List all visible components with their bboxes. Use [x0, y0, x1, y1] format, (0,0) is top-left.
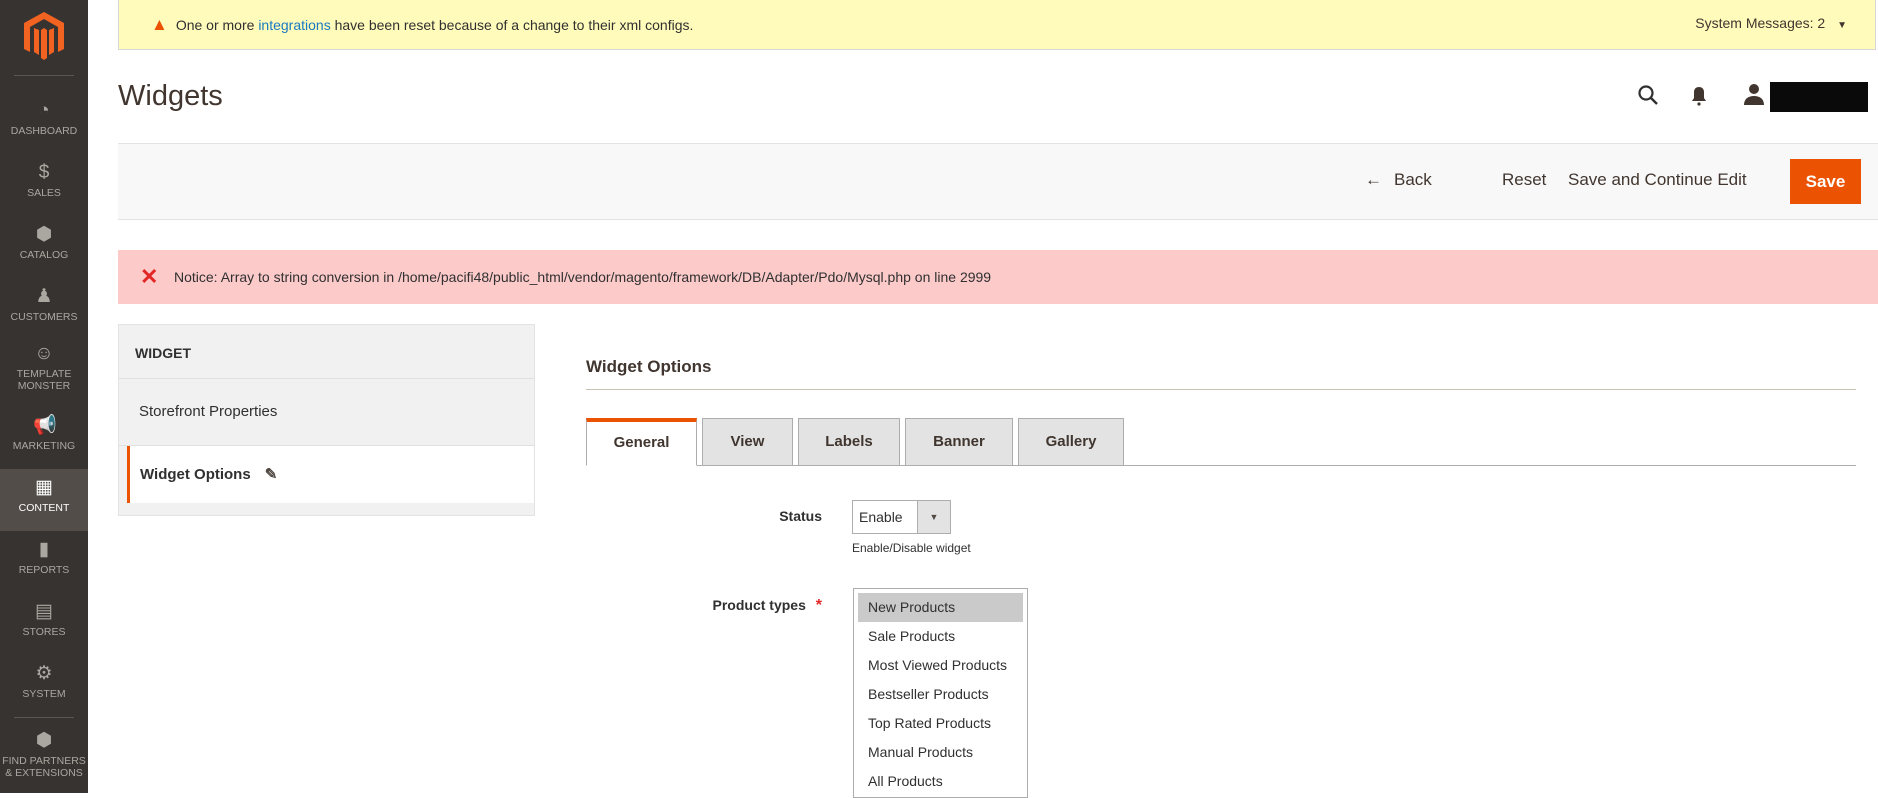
- sidebar-item-label: CATALOG: [19, 249, 69, 261]
- required-asterisk: *: [815, 597, 822, 614]
- product-types-label: Product types *: [712, 597, 822, 614]
- sidebar-item-label: CONTENT: [18, 502, 70, 514]
- monster-icon: ☺: [34, 343, 54, 364]
- system-messages-toggle[interactable]: System Messages: 2 ▼: [1695, 15, 1847, 31]
- bar-chart-icon: ▮: [38, 539, 50, 560]
- tab-general[interactable]: General: [586, 418, 697, 466]
- back-button[interactable]: ← Back: [1365, 170, 1432, 190]
- save-button[interactable]: Save: [1790, 159, 1861, 204]
- product-type-option[interactable]: New Products: [858, 593, 1023, 622]
- page-title: Widgets: [118, 80, 223, 112]
- blocks-icon: ⬢: [35, 730, 53, 751]
- sidebar-item-label: DASHBOARD: [10, 125, 78, 137]
- sidebar-item-label: TEMPLATE MONSTER: [16, 368, 72, 392]
- sidebar-item-dashboard[interactable]: ◔ DASHBOARD: [0, 92, 88, 154]
- product-type-option[interactable]: Bestseller Products: [858, 680, 1023, 709]
- warning-icon: ▲: [151, 15, 168, 34]
- message-text: have been reset because of a change to t…: [330, 17, 694, 33]
- product-type-option[interactable]: Sale Products: [858, 622, 1023, 651]
- bell-icon[interactable]: [1691, 86, 1707, 106]
- admin-sidebar: ◔ DASHBOARD $ SALES ⬢ CATALOG ♟ CUSTOMERS ☺ TEMPL…: [0, 0, 88, 793]
- sidebar-item-label: SYSTEM: [22, 688, 66, 700]
- redacted-username[interactable]: [1770, 82, 1868, 112]
- arrow-left-icon: ←: [1365, 170, 1382, 189]
- section-title: Widget Options: [586, 357, 712, 376]
- save-continue-button[interactable]: Save and Continue Edit: [1568, 170, 1747, 190]
- sidebar-item-label: SALES: [27, 187, 61, 199]
- pencil-icon: ✎: [264, 466, 278, 483]
- panel-heading: WIDGET: [119, 325, 534, 379]
- tab-labels[interactable]: Labels: [798, 418, 900, 466]
- layout-icon: ▦: [35, 477, 53, 498]
- sidebar-item-system[interactable]: ⚙ SYSTEM: [0, 655, 88, 717]
- magento-logo-icon[interactable]: [24, 12, 64, 60]
- status-label: Status: [779, 508, 822, 524]
- sidebar-item-find-partners-extensions[interactable]: ⬢ FIND PARTNERS & EXTENSIONS: [0, 722, 88, 794]
- sidebar-item-label: REPORTS: [18, 564, 70, 576]
- search-icon[interactable]: [1637, 84, 1659, 106]
- status-value: Enable: [859, 509, 903, 525]
- store-icon: ▤: [35, 601, 53, 622]
- error-notice: ✕ Notice: Array to string conversion in …: [118, 250, 1878, 304]
- integrations-link[interactable]: integrations: [258, 17, 330, 33]
- box-icon: ⬢: [35, 224, 53, 245]
- sidebar-item-sales[interactable]: $ SALES: [0, 154, 88, 216]
- status-hint: Enable/Disable widget: [852, 541, 971, 555]
- person-icon: ♟: [35, 286, 53, 307]
- product-types-multiselect[interactable]: New Products Sale Products Most Viewed Pro…: [853, 588, 1028, 798]
- error-x-icon: ✕: [140, 264, 159, 289]
- sidebar-item-customers[interactable]: ♟ CUSTOMERS: [0, 278, 88, 340]
- widget-tabs-panel: WIDGET Storefront Properties Widget Opti…: [118, 324, 535, 516]
- dollar-icon: $: [38, 162, 50, 183]
- sidebar-item-reports[interactable]: ▮ REPORTS: [0, 531, 88, 593]
- gear-icon: ⚙: [35, 663, 53, 684]
- sidebar-item-stores[interactable]: ▤ STORES: [0, 593, 88, 655]
- tab-widget-options[interactable]: Widget Options ✎: [127, 446, 534, 503]
- product-type-option[interactable]: All Products: [858, 767, 1023, 796]
- sidebar-item-template-monster[interactable]: ☺ TEMPLATE MONSTER: [0, 335, 88, 407]
- reset-button[interactable]: Reset: [1502, 170, 1546, 190]
- tab-storefront-properties[interactable]: Storefront Properties: [119, 379, 534, 446]
- notice-text: Notice: Array to string conversion in /h…: [174, 269, 992, 285]
- sidebar-item-label: MARKETING: [12, 440, 76, 452]
- product-type-option[interactable]: Manual Products: [858, 738, 1023, 767]
- status-select[interactable]: Enable ▼: [852, 500, 951, 534]
- sidebar-item-marketing[interactable]: 📢 MARKETING: [0, 407, 88, 469]
- tab-view[interactable]: View: [702, 418, 793, 466]
- system-messages-bar: ▲ One or more integrations have been rese…: [118, 0, 1876, 50]
- caret-down-icon: ▼: [917, 501, 950, 533]
- divider: [586, 389, 1856, 390]
- message-text: One or more: [175, 17, 259, 33]
- sidebar-item-label: CUSTOMERS: [10, 311, 78, 323]
- megaphone-icon: 📢: [33, 415, 57, 436]
- page-actions-toolbar: ← Back Reset Save and Continue Edit Save: [118, 143, 1878, 220]
- product-type-option[interactable]: Top Rated Products: [858, 709, 1023, 738]
- user-icon[interactable]: [1744, 83, 1764, 105]
- sidebar-item-label: FIND PARTNERS & EXTENSIONS: [2, 755, 86, 779]
- sidebar-item-catalog[interactable]: ⬢ CATALOG: [0, 216, 88, 278]
- dashboard-icon: ◔: [38, 100, 50, 121]
- sidebar-item-label: STORES: [22, 626, 66, 638]
- sidebar-item-content[interactable]: ▦ CONTENT: [0, 469, 88, 531]
- product-type-option[interactable]: Most Viewed Products: [858, 651, 1023, 680]
- tab-banner[interactable]: Banner: [905, 418, 1013, 466]
- tab-gallery[interactable]: Gallery: [1018, 418, 1124, 466]
- caret-down-icon: ▼: [1837, 20, 1847, 31]
